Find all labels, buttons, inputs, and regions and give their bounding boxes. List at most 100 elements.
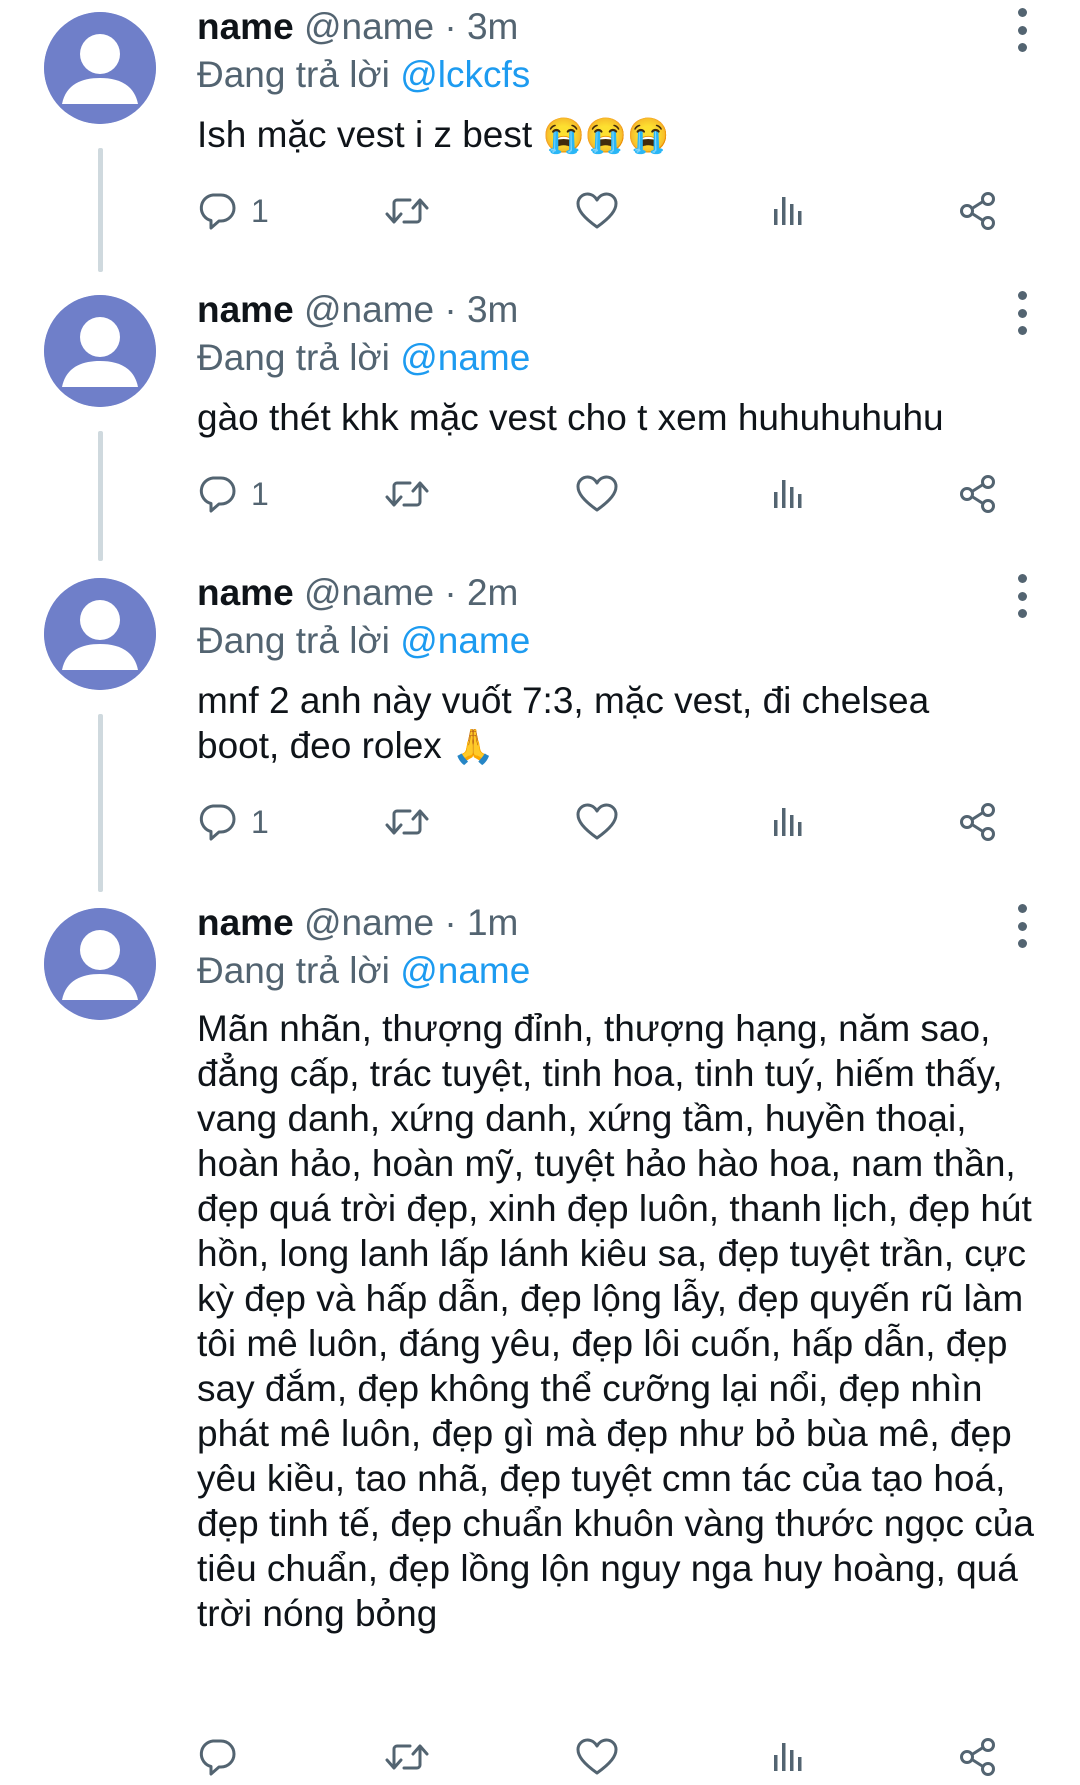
action-bar xyxy=(197,1729,1017,1785)
more-options-icon[interactable] xyxy=(1004,574,1040,618)
retweet-button[interactable] xyxy=(383,183,431,239)
mention-link[interactable]: @name xyxy=(400,950,530,991)
replying-to: Đang trả lời @lckcfs xyxy=(197,50,530,100)
reply-button[interactable]: 1 xyxy=(197,466,269,522)
tweet-text-content: mnf 2 anh này vuốt 7:3, mặc vest, đi che… xyxy=(197,680,930,766)
separator-dot: · xyxy=(444,572,457,613)
share-button[interactable] xyxy=(957,794,1001,850)
emoji: 🙏 xyxy=(452,728,495,766)
separator-dot: · xyxy=(444,902,457,943)
views-button[interactable] xyxy=(768,794,808,850)
replying-prefix: Đang trả lời xyxy=(197,620,390,661)
share-icon xyxy=(957,1735,1001,1779)
reply-button[interactable]: 1 xyxy=(197,794,269,850)
views-icon xyxy=(768,474,808,514)
display-name[interactable]: name xyxy=(197,572,294,613)
views-button[interactable] xyxy=(768,183,808,239)
reply-count: 1 xyxy=(251,475,269,512)
retweet-icon xyxy=(383,474,431,514)
like-button[interactable] xyxy=(575,183,619,239)
timestamp[interactable]: 3m xyxy=(467,289,518,330)
retweet-button[interactable] xyxy=(383,466,431,522)
display-name[interactable]: name xyxy=(197,289,294,330)
default-avatar-icon xyxy=(44,578,156,690)
reply-icon xyxy=(197,802,237,842)
tweet-text-content: Mãn nhãn, thượng đỉnh, thượng hạng, năm … xyxy=(197,1008,1034,1634)
share-button[interactable] xyxy=(957,466,1001,522)
replying-to: Đang trả lời @name xyxy=(197,333,530,383)
tweet-text: gào thét khk mặc vest cho t xem huhuhuhu… xyxy=(197,395,1047,440)
default-avatar-icon xyxy=(44,295,156,407)
retweet-button[interactable] xyxy=(383,1729,431,1785)
reply-icon xyxy=(197,474,237,514)
reply-count: 1 xyxy=(251,803,269,840)
user-handle[interactable]: @name xyxy=(304,6,434,47)
share-icon xyxy=(957,189,1001,233)
share-button[interactable] xyxy=(957,183,1001,239)
mention-link[interactable]: @name xyxy=(400,337,530,378)
like-icon xyxy=(575,191,619,231)
emoji: 😭😭😭 xyxy=(542,117,670,155)
timestamp[interactable]: 3m xyxy=(467,6,518,47)
views-button[interactable] xyxy=(768,466,808,522)
tweet-header: name @name · 3m xyxy=(197,285,518,335)
replying-prefix: Đang trả lời xyxy=(197,950,390,991)
action-bar: 1 xyxy=(197,183,1017,239)
avatar[interactable] xyxy=(44,12,156,124)
thread-line xyxy=(98,714,103,892)
like-button[interactable] xyxy=(575,1729,619,1785)
tweet-text: Mãn nhãn, thượng đỉnh, thượng hạng, năm … xyxy=(197,1006,1052,1636)
like-icon xyxy=(575,802,619,842)
action-bar: 1 xyxy=(197,466,1017,522)
user-handle[interactable]: @name xyxy=(304,902,434,943)
avatar[interactable] xyxy=(44,295,156,407)
share-icon xyxy=(957,800,1001,844)
like-button[interactable] xyxy=(575,794,619,850)
more-options-icon[interactable] xyxy=(1004,904,1040,948)
like-button[interactable] xyxy=(575,466,619,522)
separator-dot: · xyxy=(444,6,457,47)
share-icon xyxy=(957,472,1001,516)
display-name[interactable]: name xyxy=(197,6,294,47)
reply-button[interactable]: 1 xyxy=(197,183,269,239)
timestamp[interactable]: 2m xyxy=(467,572,518,613)
tweet-text: mnf 2 anh này vuốt 7:3, mặc vest, đi che… xyxy=(197,678,997,770)
user-handle[interactable]: @name xyxy=(304,289,434,330)
retweet-button[interactable] xyxy=(383,794,431,850)
thread-line xyxy=(98,148,103,272)
separator-dot: · xyxy=(444,289,457,330)
retweet-icon xyxy=(383,802,431,842)
like-icon xyxy=(575,474,619,514)
retweet-icon xyxy=(383,191,431,231)
default-avatar-icon xyxy=(44,908,156,1020)
reply-icon xyxy=(197,1737,237,1777)
user-handle[interactable]: @name xyxy=(304,572,434,613)
more-options-icon[interactable] xyxy=(1004,291,1040,335)
more-options-icon[interactable] xyxy=(1004,8,1040,52)
tweet-header: name @name · 2m xyxy=(197,568,518,618)
replying-to: Đang trả lời @name xyxy=(197,616,530,666)
like-icon xyxy=(575,1737,619,1777)
views-button[interactable] xyxy=(768,1729,808,1785)
replying-prefix: Đang trả lời xyxy=(197,337,390,378)
share-button[interactable] xyxy=(957,1729,1001,1785)
display-name[interactable]: name xyxy=(197,902,294,943)
replying-to: Đang trả lời @name xyxy=(197,946,530,996)
tweet-text-content: gào thét khk mặc vest cho t xem huhuhuhu… xyxy=(197,397,944,438)
replying-prefix: Đang trả lời xyxy=(197,54,390,95)
tweet-text: Ish mặc vest i z best 😭😭😭 xyxy=(197,112,1047,159)
mention-link[interactable]: @lckcfs xyxy=(400,54,530,95)
avatar[interactable] xyxy=(44,908,156,1020)
tweet-header: name @name · 1m xyxy=(197,898,518,948)
views-icon xyxy=(768,191,808,231)
thread-line xyxy=(98,431,103,561)
reply-icon xyxy=(197,191,237,231)
action-bar: 1 xyxy=(197,794,1017,850)
reply-button[interactable] xyxy=(197,1729,237,1785)
reply-count: 1 xyxy=(251,192,269,229)
timestamp[interactable]: 1m xyxy=(467,902,518,943)
default-avatar-icon xyxy=(44,12,156,124)
mention-link[interactable]: @name xyxy=(400,620,530,661)
avatar[interactable] xyxy=(44,578,156,690)
tweet-header: name @name · 3m xyxy=(197,2,518,52)
